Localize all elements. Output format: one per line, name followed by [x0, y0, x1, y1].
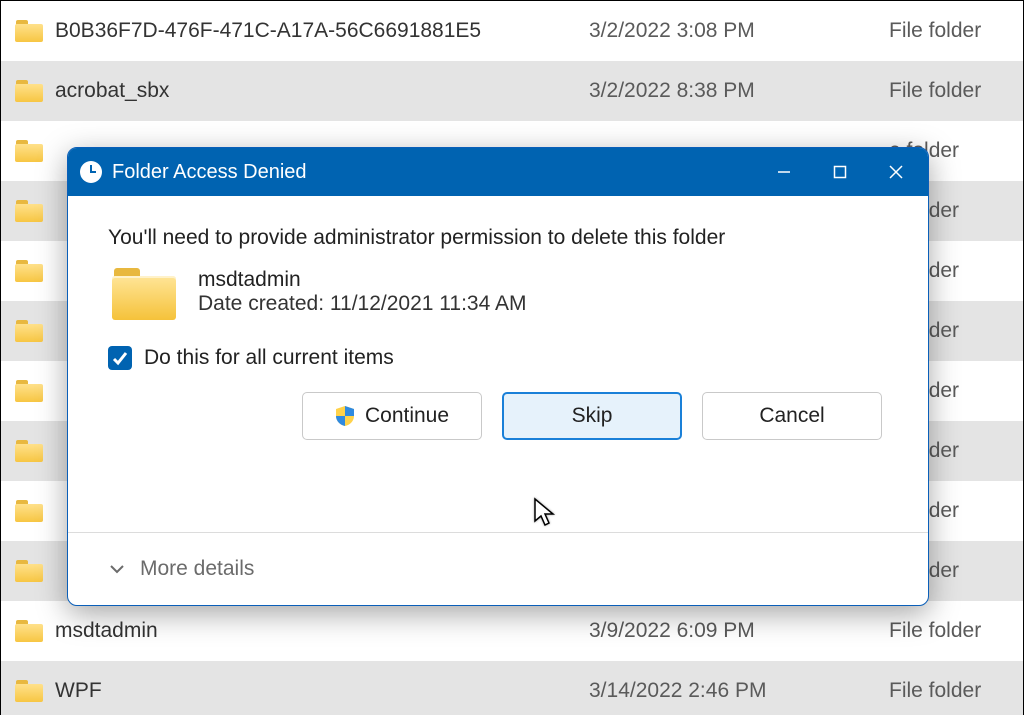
- row-name: acrobat_sbx: [55, 79, 589, 103]
- folder-icon: [15, 440, 43, 462]
- row-date: 3/2/2022 3:08 PM: [589, 19, 889, 43]
- more-details-toggle[interactable]: More details: [68, 533, 928, 605]
- folder-icon: [112, 268, 176, 320]
- cancel-label: Cancel: [759, 404, 824, 428]
- dialog-title: Folder Access Denied: [112, 161, 756, 184]
- folder-icon: [15, 20, 43, 42]
- row-type: File folder: [889, 619, 1009, 643]
- row-type: File folder: [889, 19, 1009, 43]
- clock-icon: [80, 161, 102, 183]
- table-row[interactable]: WPF 3/14/2022 2:46 PM File folder: [1, 661, 1023, 715]
- folder-icon: [15, 500, 43, 522]
- row-name: B0B36F7D-476F-471C-A17A-56C6691881E5: [55, 19, 589, 43]
- do-for-all-label: Do this for all current items: [144, 346, 394, 370]
- target-folder-date: Date created: 11/12/2021 11:34 AM: [198, 292, 526, 316]
- cancel-button[interactable]: Cancel: [702, 392, 882, 440]
- minimize-button[interactable]: [756, 148, 812, 196]
- more-details-label: More details: [140, 557, 254, 581]
- continue-label: Continue: [365, 404, 449, 428]
- folder-access-denied-dialog: Folder Access Denied You'll need to prov…: [67, 147, 929, 606]
- row-date: 3/2/2022 8:38 PM: [589, 79, 889, 103]
- row-name: msdtadmin: [55, 619, 589, 643]
- skip-button[interactable]: Skip: [502, 392, 682, 440]
- dialog-message: You'll need to provide administrator per…: [108, 226, 888, 250]
- maximize-button[interactable]: [812, 148, 868, 196]
- row-type: File folder: [889, 679, 1009, 703]
- close-button[interactable]: [868, 148, 924, 196]
- row-type: File folder: [889, 79, 1009, 103]
- folder-icon: [15, 200, 43, 222]
- target-folder-name: msdtadmin: [198, 268, 526, 292]
- table-row[interactable]: B0B36F7D-476F-471C-A17A-56C6691881E5 3/2…: [1, 1, 1023, 61]
- folder-icon: [15, 380, 43, 402]
- table-row[interactable]: acrobat_sbx 3/2/2022 8:38 PM File folder: [1, 61, 1023, 121]
- row-date: 3/14/2022 2:46 PM: [589, 679, 889, 703]
- row-name: WPF: [55, 679, 589, 703]
- folder-icon: [15, 680, 43, 702]
- uac-shield-icon: [335, 405, 355, 427]
- folder-icon: [15, 620, 43, 642]
- chevron-down-icon: [108, 560, 126, 578]
- folder-icon: [15, 320, 43, 342]
- row-date: 3/9/2022 6:09 PM: [589, 619, 889, 643]
- dialog-titlebar[interactable]: Folder Access Denied: [68, 148, 928, 196]
- folder-icon: [15, 260, 43, 282]
- table-row[interactable]: msdtadmin 3/9/2022 6:09 PM File folder: [1, 601, 1023, 661]
- folder-icon: [15, 560, 43, 582]
- continue-button[interactable]: Continue: [302, 392, 482, 440]
- skip-label: Skip: [572, 404, 613, 428]
- folder-icon: [15, 140, 43, 162]
- folder-icon: [15, 80, 43, 102]
- dialog-target-item: msdtadmin Date created: 11/12/2021 11:34…: [112, 268, 888, 320]
- do-for-all-checkbox[interactable]: [108, 346, 132, 370]
